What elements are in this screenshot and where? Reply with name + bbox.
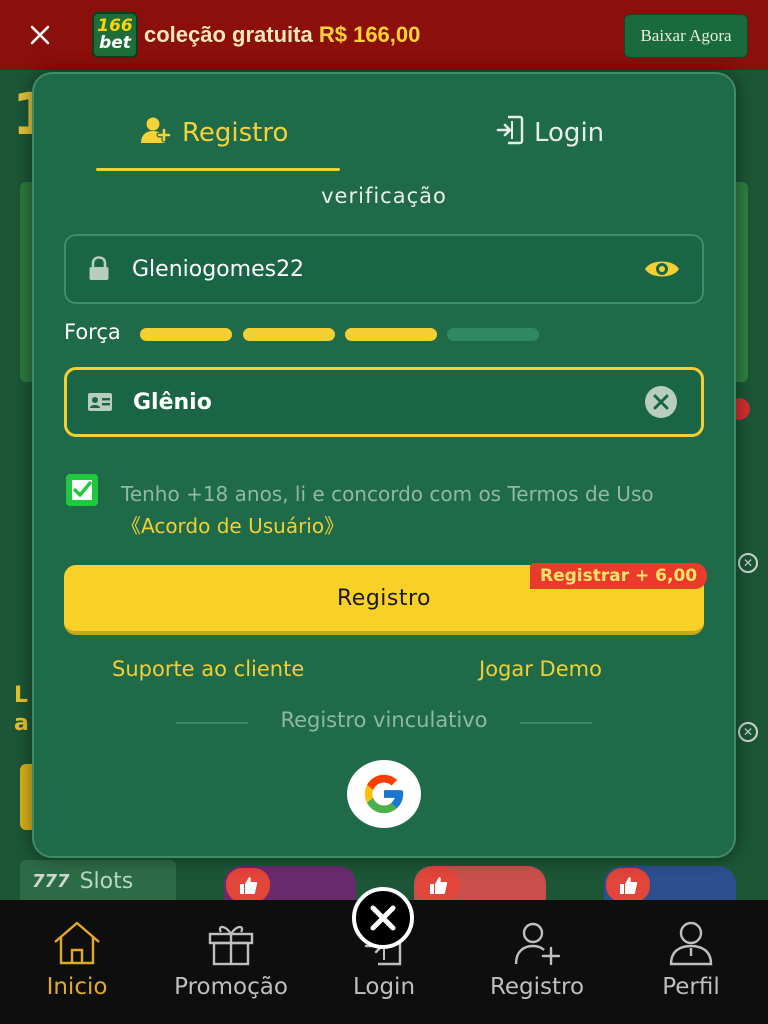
slots-tab[interactable]: 777 Slots [20,860,176,902]
tab-login[interactable]: Login [496,112,604,154]
strength-label: Força [64,320,121,344]
play-demo-link[interactable]: Jogar Demo [479,657,602,681]
brand-logo: 166 bet [92,12,138,58]
background-close-icon: ✕ [738,722,758,742]
close-icon [370,905,396,931]
divider-line [520,722,592,724]
login-icon [496,115,524,152]
user-plus-icon [511,920,563,970]
eye-icon[interactable] [622,256,702,282]
user-icon [667,920,715,970]
slots-icon: 777 [32,870,70,892]
tab-login-label: Login [534,118,605,148]
background-text-fragment: La [14,683,29,736]
nav-label: Registro [489,974,585,1000]
verification-label: verificação [321,184,447,208]
banner-close-icon[interactable] [22,20,58,52]
nav-item-register[interactable]: Registro [460,916,614,1000]
strength-segment [140,328,232,341]
tab-register-label: Registro [182,118,289,148]
tab-register[interactable]: Registro [140,112,288,154]
banner-text: coleção gratuita R$ 166,00 [144,20,420,50]
id-card-icon [67,392,133,412]
terms-text: Tenho +18 anos, li e concordo com os Ter… [121,478,701,542]
like-icon[interactable] [226,868,270,902]
nav-item-promotions[interactable]: Promoção [154,916,308,1000]
nav-item-profile[interactable]: Perfil [614,916,768,1000]
user-agreement-link[interactable]: 《Acordo de Usuário》 [121,514,344,538]
active-tab-indicator [96,168,340,171]
nav-label: Promoção [174,974,288,1000]
strength-segment [345,328,437,341]
linked-register-label: Registro vinculativo [280,708,488,732]
checkmark-icon [72,480,92,500]
nav-label: Perfil [662,974,720,1000]
banner-promo-text: coleção gratuita [144,22,319,47]
background-close-icon: ✕ [738,553,758,573]
strength-segment [447,328,539,341]
google-icon [364,774,404,814]
lock-icon [66,256,132,282]
gift-icon [207,920,255,970]
nav-label: Inicio [46,974,108,1000]
name-input[interactable] [133,389,621,415]
nav-label: Login [352,974,416,1000]
like-icon[interactable] [606,868,650,902]
customer-support-link[interactable]: Suporte ao cliente [112,657,304,681]
terms-statement: Tenho +18 anos, li e concordo com os Ter… [121,482,654,506]
banner-amount: R$ 166,00 [318,22,421,47]
user-plus-icon [140,115,172,152]
name-field[interactable] [64,367,704,437]
download-button[interactable]: Baixar Agora [624,14,748,58]
register-bonus-badge: Registrar + 6,00 [530,563,708,589]
terms-checkbox[interactable] [66,474,98,506]
home-icon [51,920,103,970]
username-input[interactable] [132,256,622,282]
google-login-button[interactable] [347,760,421,828]
modal-close-button[interactable] [352,887,414,949]
strength-segment [243,328,335,341]
clear-icon[interactable] [621,385,701,419]
like-icon[interactable] [416,868,460,902]
username-field[interactable] [64,234,704,304]
slots-label: Slots [79,868,134,894]
nav-item-home[interactable]: Inicio [0,916,154,1000]
